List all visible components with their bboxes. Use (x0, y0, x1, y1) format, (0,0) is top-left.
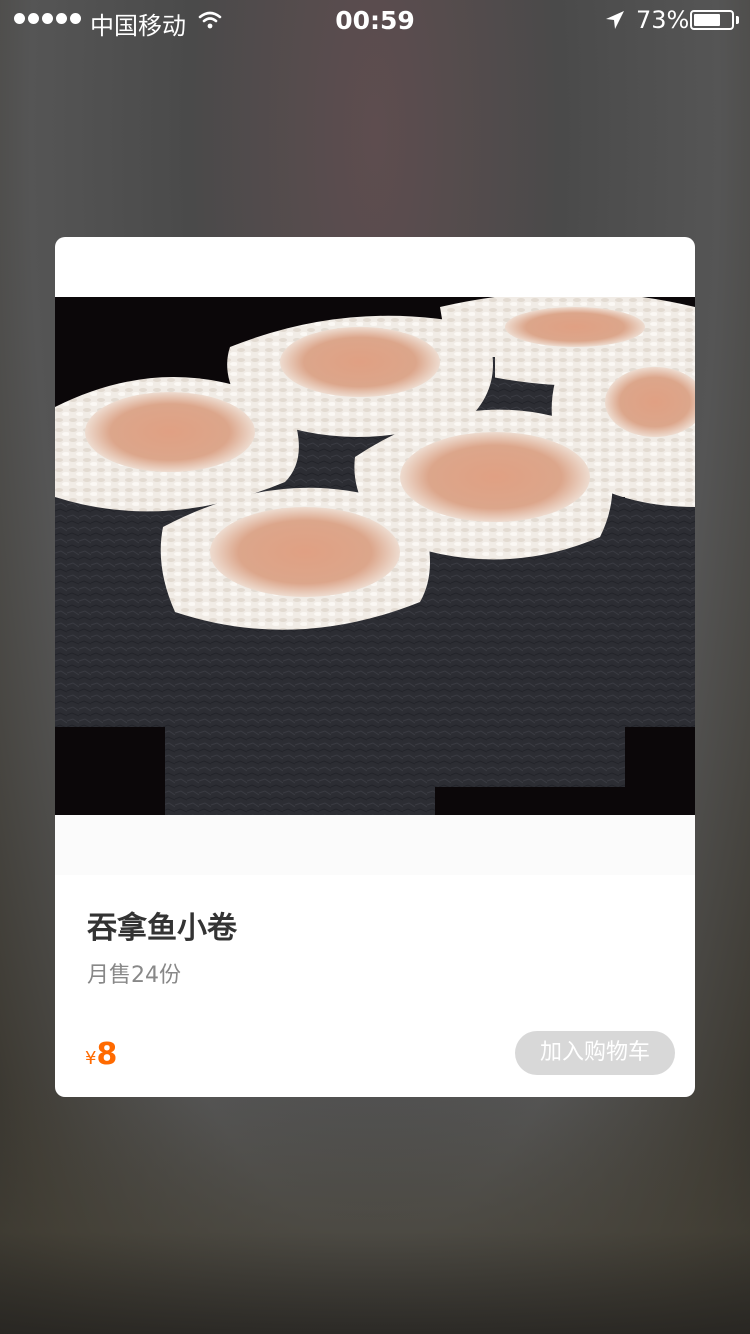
background (0, 1080, 750, 1334)
add-to-cart-button[interactable]: 加入购物车 (515, 1031, 675, 1075)
monthly-sales: 月售24份 (87, 963, 181, 988)
battery-level (694, 14, 720, 26)
product-name: 吞拿鱼小卷 (87, 911, 237, 946)
status-bar: 中国移动 00:59 73% (0, 0, 750, 40)
location-arrow-icon (604, 9, 626, 37)
battery-percentage: 73% (636, 6, 690, 34)
product-card: 吞拿鱼小卷 月售24份 ¥8 加入购物车 (55, 237, 695, 1097)
currency-symbol: ¥ (85, 1048, 97, 1069)
product-price: ¥8 (85, 1037, 117, 1072)
battery-nub (736, 16, 739, 24)
product-image (55, 297, 695, 815)
battery-icon (690, 10, 734, 30)
image-footer-band (55, 815, 695, 875)
price-value: 8 (96, 1037, 118, 1072)
